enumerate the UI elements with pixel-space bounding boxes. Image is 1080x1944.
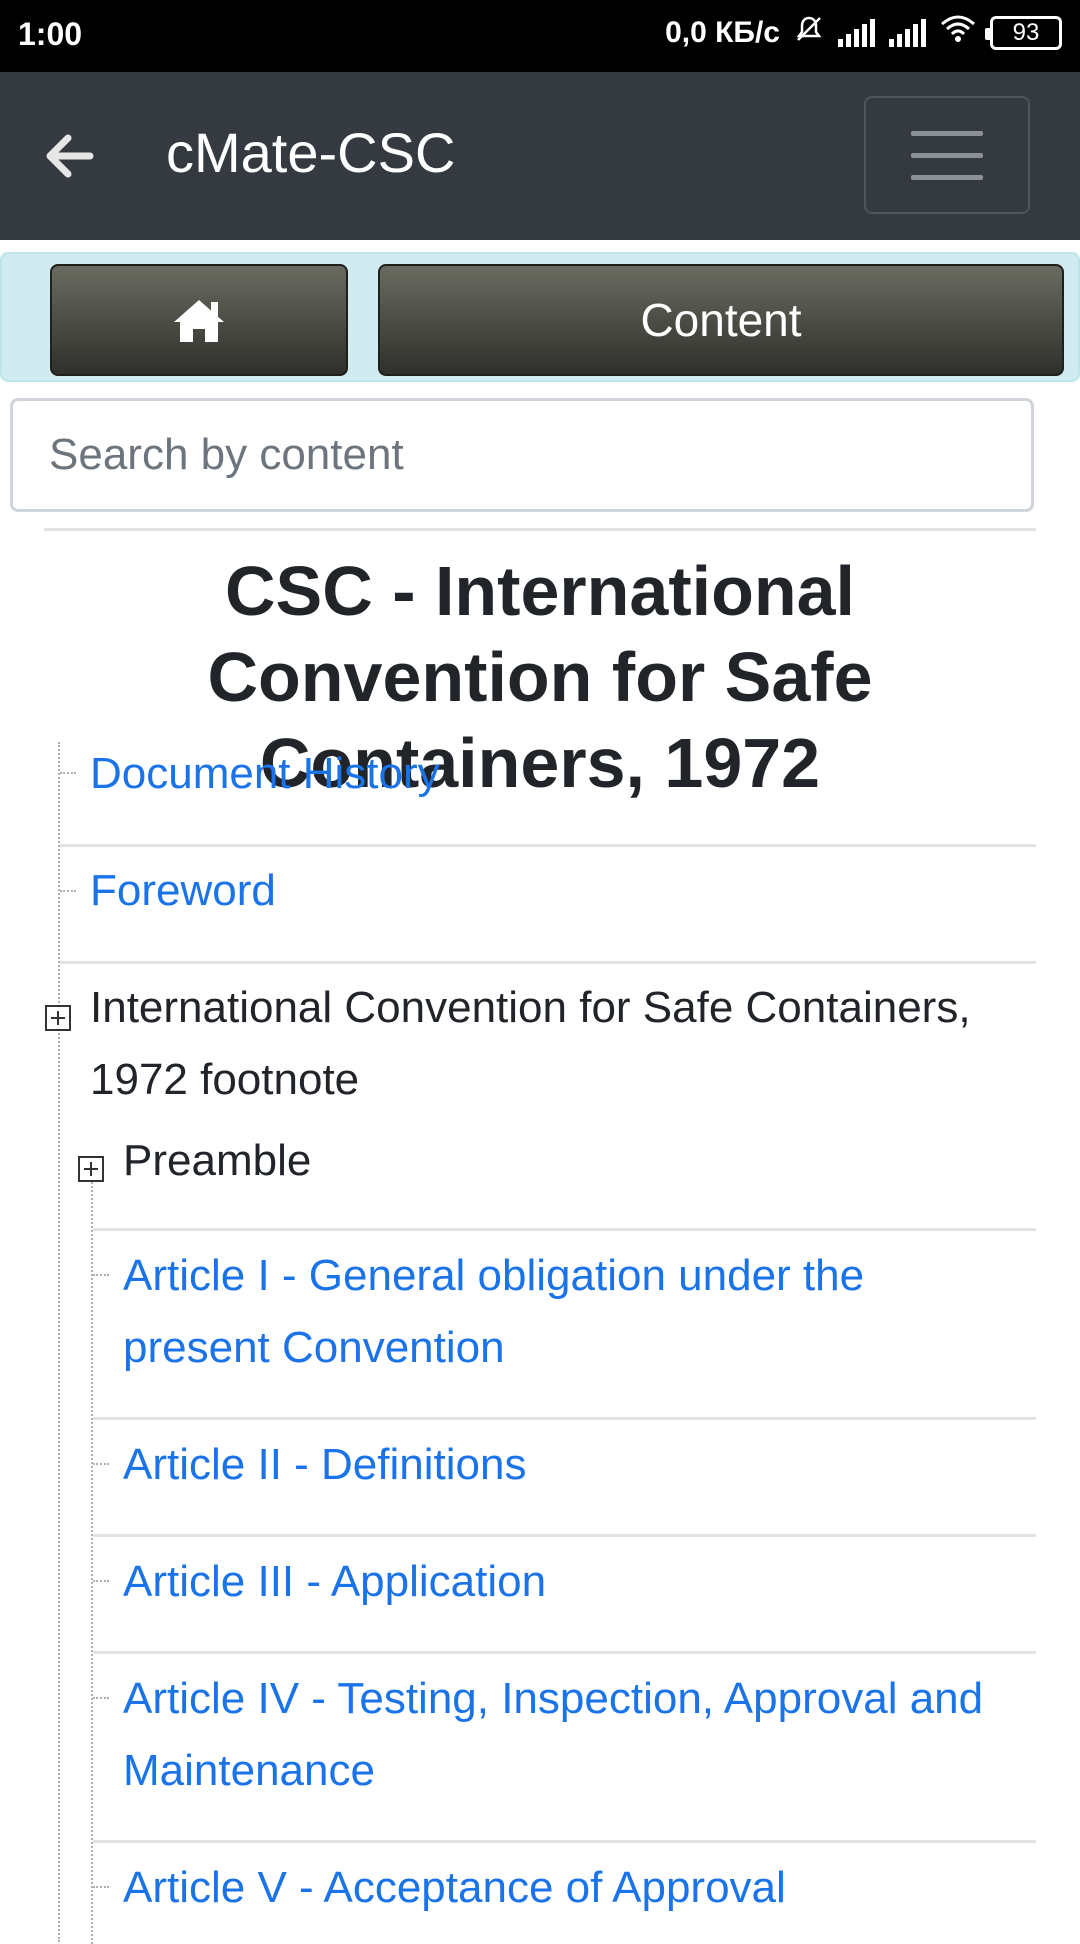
toc-section-preamble[interactable]: Preamble (123, 1136, 311, 1185)
toc-item[interactable]: Article IV - Testing, Inspection, Approv… (123, 1663, 1003, 1807)
toc-item[interactable]: Article II - Definitions (123, 1429, 1003, 1501)
hamburger-menu-icon (911, 130, 983, 136)
toc-item[interactable]: Article V - Acceptance of Approval (123, 1852, 1003, 1924)
toc-link-article-3[interactable]: Article III - Application (123, 1557, 546, 1606)
search-input[interactable] (10, 398, 1034, 512)
home-icon (174, 300, 224, 342)
signal-icon (838, 19, 875, 47)
tree-guide-line (58, 742, 60, 1942)
toc-link-document-history[interactable]: Document History (90, 749, 440, 798)
content-button[interactable]: Content (378, 264, 1064, 376)
toc-link-article-1[interactable]: Article I - General obligation under the… (123, 1251, 864, 1372)
battery-icon: 93 (985, 16, 1062, 50)
app-title: cMate-CSC (166, 121, 456, 184)
app-bar: cMate-CSC (0, 72, 1080, 240)
status-time: 1:00 (18, 16, 83, 52)
mute-bell-icon (794, 14, 824, 52)
signal-icon (889, 19, 926, 47)
arrow-left-icon (46, 134, 94, 178)
home-button[interactable] (50, 264, 348, 376)
status-icons: 0,0 КБ/с 93 (665, 14, 1062, 52)
toc-item[interactable]: International Convention for Safe Contai… (90, 972, 990, 1116)
toc-item[interactable]: Article I - General obligation under the… (123, 1240, 1003, 1384)
divider (44, 528, 1036, 531)
toc-item[interactable]: Document History (90, 738, 1040, 810)
toc-link-article-4[interactable]: Article IV - Testing, Inspection, Approv… (123, 1674, 983, 1795)
tree-guide-line (91, 1174, 93, 1944)
status-bar: 1:00 0,0 КБ/с 93 (0, 0, 1080, 72)
expand-toggle[interactable] (45, 1005, 71, 1031)
expand-toggle[interactable] (78, 1156, 104, 1182)
toc-section-convention[interactable]: International Convention for Safe Contai… (90, 983, 971, 1104)
wifi-icon (940, 14, 976, 52)
back-button[interactable] (40, 126, 100, 186)
toc-item[interactable]: Preamble (123, 1125, 1023, 1197)
toc-link-article-2[interactable]: Article II - Definitions (123, 1440, 526, 1489)
nav-strip: Content (0, 252, 1080, 382)
menu-button[interactable] (864, 96, 1030, 214)
toc-link-foreword[interactable]: Foreword (90, 866, 276, 915)
toc-item[interactable]: Foreword (90, 855, 1040, 927)
toc-link-article-5[interactable]: Article V - Acceptance of Approval (123, 1863, 786, 1912)
toc-item[interactable]: Article III - Application (123, 1546, 1003, 1618)
network-speed: 0,0 КБ/с (665, 16, 780, 49)
